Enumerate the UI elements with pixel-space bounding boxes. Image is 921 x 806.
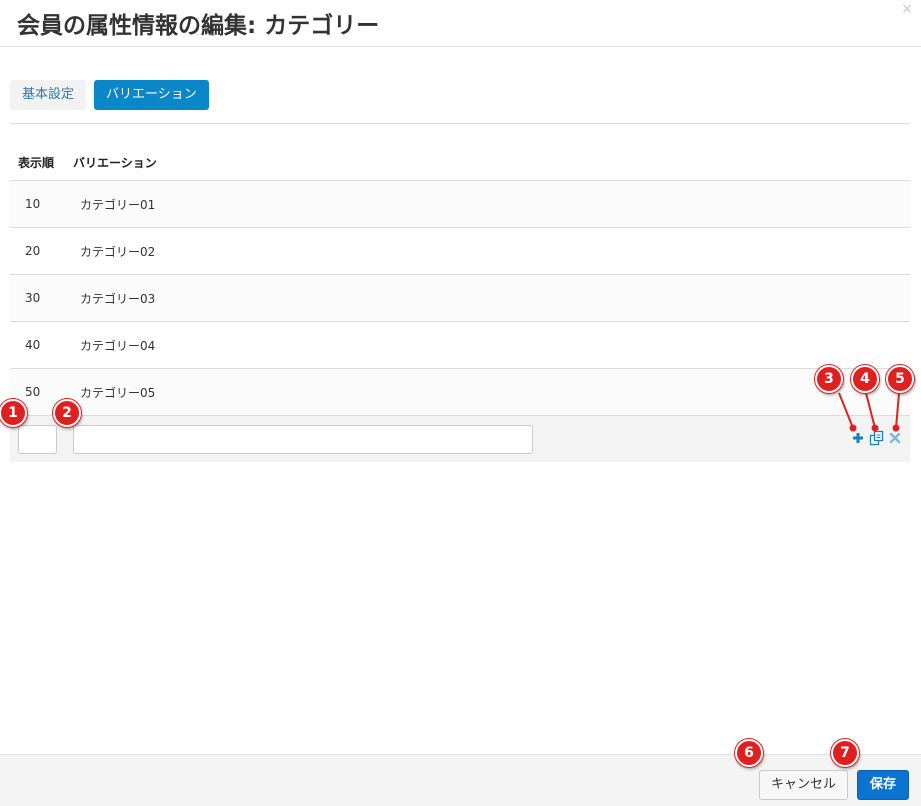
- callout-3: 3: [815, 365, 843, 393]
- callout-leaders: [838, 392, 900, 432]
- callout-dot: [892, 424, 900, 432]
- edit-attribute-dialog: 会員の属性情報の編集: カテゴリー × 基本設定 バリエーション 表示順 バリエ…: [0, 0, 921, 806]
- callout-4: 4: [851, 365, 879, 393]
- callout-2: 2: [53, 399, 81, 427]
- callout-6: 6: [735, 739, 763, 767]
- callout-dot: [871, 424, 879, 432]
- callout-7: 7: [831, 739, 859, 767]
- callout-dot: [849, 424, 857, 432]
- callout-1: 1: [0, 399, 27, 427]
- callout-5: 5: [886, 365, 914, 393]
